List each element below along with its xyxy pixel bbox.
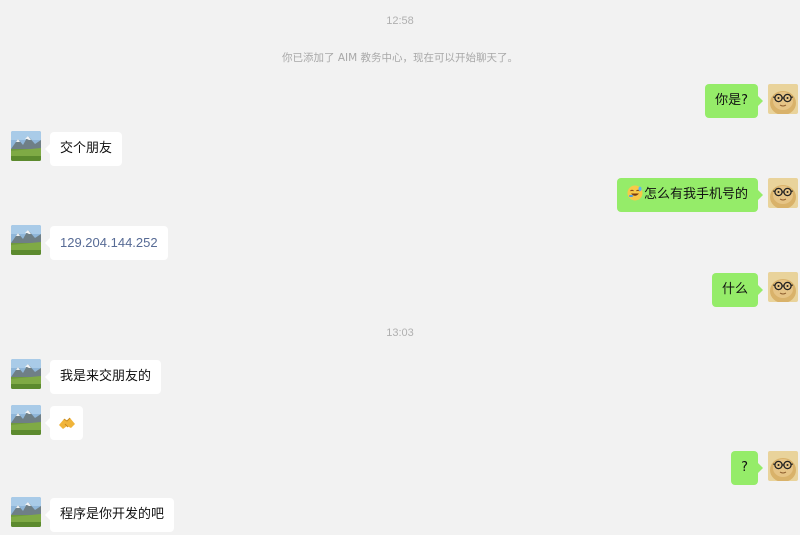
- incoming-message[interactable]: 129.204.144.252: [45, 226, 168, 260]
- self-avatar[interactable]: [768, 178, 798, 208]
- self-avatar[interactable]: [768, 451, 798, 481]
- outgoing-message[interactable]: ?: [731, 451, 763, 485]
- self-avatar[interactable]: [768, 272, 798, 302]
- contact-avatar[interactable]: [11, 131, 41, 161]
- contact-avatar[interactable]: [11, 359, 41, 389]
- handshake-emoji: [58, 417, 75, 429]
- chat-window: 12:58 你已添加了 AIM 教务中心，现在可以开始聊天了。 你是? 交个朋友…: [0, 0, 800, 535]
- incoming-message[interactable]: 交个朋友: [44, 132, 123, 166]
- ip-address-link[interactable]: 129.204.144.252: [60, 235, 158, 250]
- self-avatar[interactable]: [768, 84, 798, 114]
- incoming-message[interactable]: 程序是你开发的吧: [44, 498, 175, 532]
- outgoing-message[interactable]: 怎么有我手机号的: [616, 178, 764, 212]
- timestamp: 12:58: [386, 15, 414, 27]
- contact-avatar[interactable]: [11, 497, 41, 527]
- timestamp: 13:03: [386, 327, 414, 339]
- contact-avatar[interactable]: [11, 405, 41, 435]
- outgoing-message-text: 怎么有我手机号的: [643, 187, 748, 202]
- outgoing-message[interactable]: 什么: [711, 273, 764, 307]
- incoming-message[interactable]: [45, 406, 83, 440]
- outgoing-message[interactable]: 你是?: [705, 84, 763, 118]
- incoming-message[interactable]: 我是来交朋友的: [44, 360, 162, 394]
- system-notice: 你已添加了 AIM 教务中心，现在可以开始聊天了。: [281, 52, 518, 64]
- sweat-laugh-emoji: [627, 185, 643, 201]
- contact-avatar[interactable]: [11, 225, 41, 255]
